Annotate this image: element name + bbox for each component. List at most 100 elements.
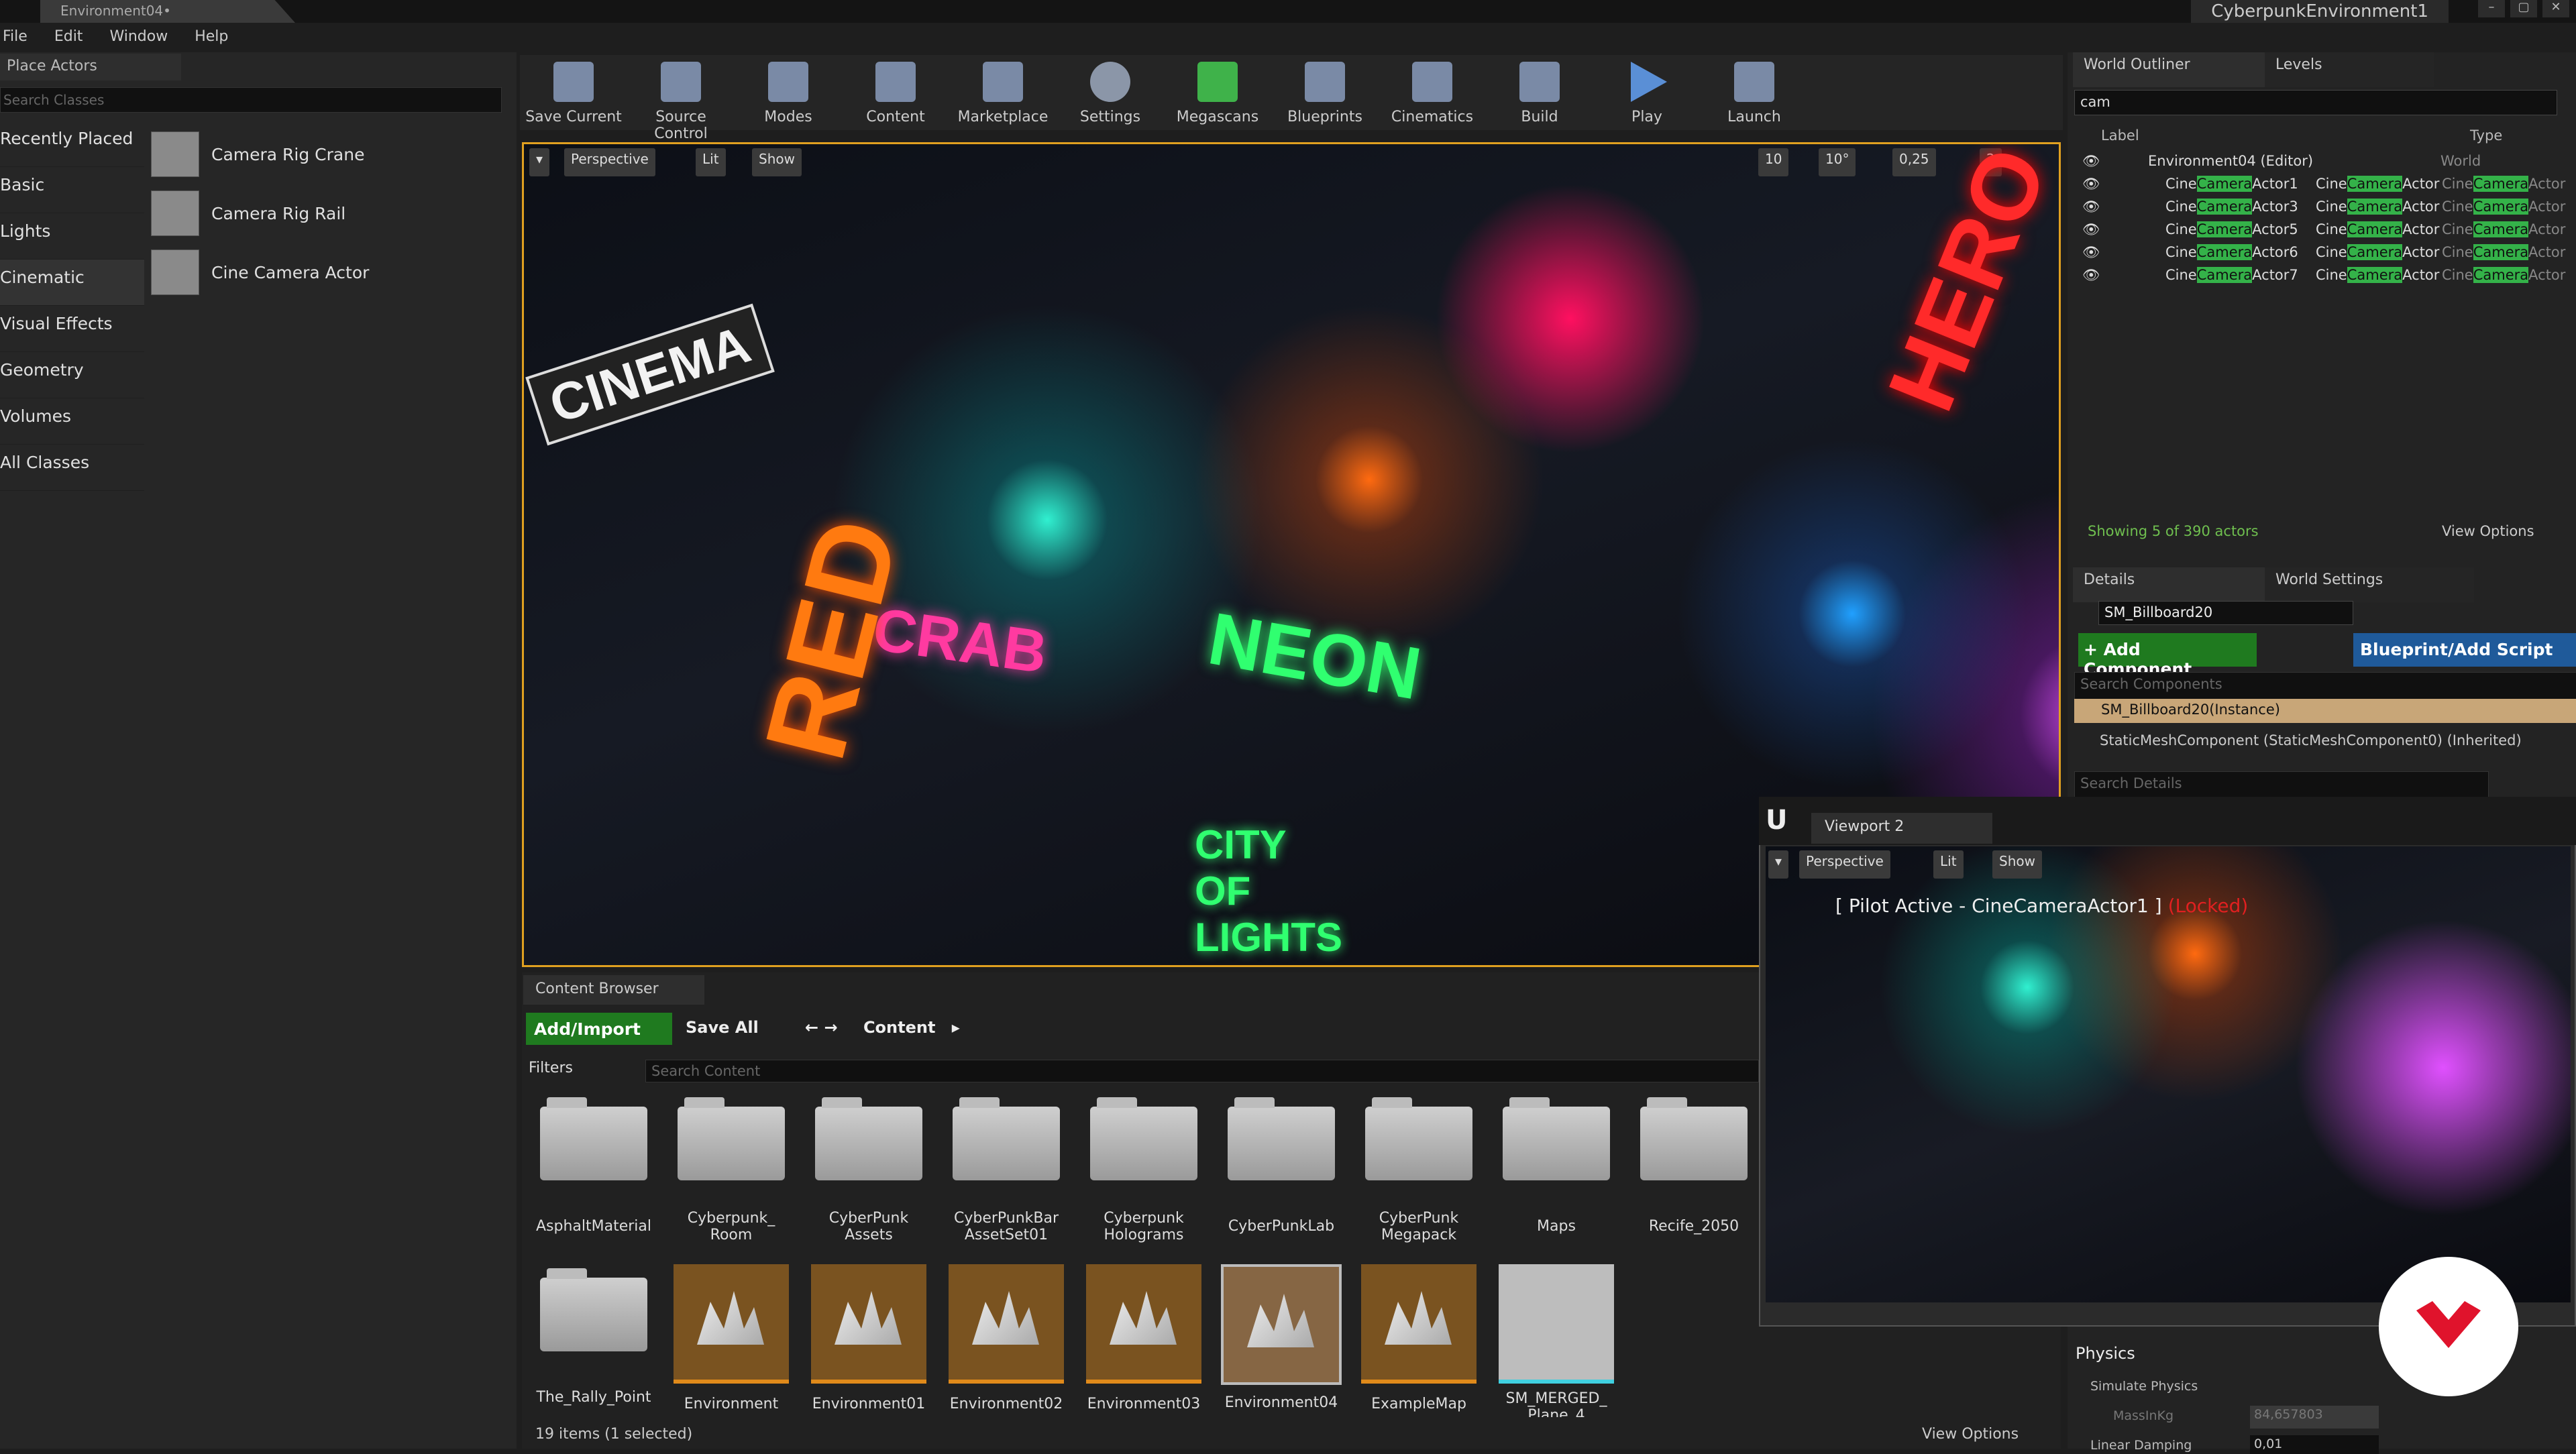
viewport-options-button[interactable]: ▾ [529, 148, 550, 176]
asset-item-selected[interactable]: Environment04 [1218, 1264, 1345, 1411]
tab-place-actors[interactable]: Place Actors [0, 54, 181, 80]
table-row[interactable]: 👁 CineCameraActor6 CineCameraActor CineC… [2074, 244, 2576, 267]
chevron-right-icon[interactable]: ▸ [952, 1018, 960, 1037]
eye-icon[interactable]: 👁 [2082, 199, 2100, 215]
rotation-snap-value[interactable]: 10° [1819, 148, 1856, 176]
linear-damping-field[interactable]: 0,01 [2250, 1435, 2379, 1454]
folder-item[interactable]: CyberPunk Assets [805, 1093, 932, 1243]
show-button[interactable]: Show [1992, 850, 2042, 879]
grid-snap-value[interactable]: 10 [1758, 148, 1789, 176]
outliner-label: CineCameraActor7 [2165, 267, 2298, 283]
outliner-type-dim: CineCameraActor [2442, 221, 2566, 237]
list-item[interactable]: Camera Rig Crane [151, 125, 500, 184]
eye-icon[interactable]: 👁 [2082, 153, 2100, 170]
component-instance-row[interactable]: SM_Billboard20(Instance) [2074, 699, 2576, 723]
menu-file[interactable]: File [3, 28, 28, 52]
asset-label: Environment02 [949, 1396, 1063, 1412]
blueprint-add-script-button[interactable]: Blueprint/Add Script [2353, 633, 2576, 667]
folder-item[interactable]: Maps [1493, 1093, 1620, 1235]
category-basic[interactable]: Basic [0, 167, 144, 213]
asset-item[interactable]: Environment [667, 1264, 795, 1412]
folder-icon [1640, 1097, 1748, 1180]
category-all-classes[interactable]: All Classes [0, 445, 144, 491]
map-asset-icon [1361, 1264, 1477, 1384]
tab-world-outliner[interactable]: World Outliner [2073, 52, 2282, 87]
toolbar-label: Blueprints [1287, 109, 1362, 125]
perspective-button[interactable]: Perspective [564, 148, 655, 176]
table-row[interactable]: 👁 CineCameraActor3 CineCameraActor CineC… [2074, 199, 2576, 221]
column-label[interactable]: Label [2101, 127, 2139, 144]
category-volumes[interactable]: Volumes [0, 398, 144, 445]
table-row[interactable]: 👁 CineCameraActor7 CineCameraActor CineC… [2074, 267, 2576, 290]
document-tab[interactable]: Environment04• [40, 0, 295, 23]
add-import-button[interactable]: Add/Import [526, 1013, 672, 1045]
table-row[interactable]: 👁 CineCameraActor1 CineCameraActor CineC… [2074, 176, 2576, 199]
menu-window[interactable]: Window [109, 28, 168, 52]
outliner-search-input[interactable]: cam [2074, 90, 2557, 115]
actor-name-field[interactable]: SM_Billboard20 [2098, 601, 2353, 625]
maximize-button[interactable]: ▢ [2510, 0, 2537, 17]
asset-item[interactable]: Environment03 [1080, 1264, 1208, 1412]
tab-content-browser[interactable]: Content Browser [523, 975, 704, 1005]
mass-field[interactable]: 84,657803 [2250, 1406, 2379, 1429]
folder-item[interactable]: AsphaltMaterial [530, 1093, 657, 1235]
physics-section-header[interactable]: Physics [2076, 1344, 2135, 1363]
content-view-options[interactable]: View Options [1922, 1426, 2019, 1443]
asset-item[interactable]: Environment01 [805, 1264, 932, 1412]
static-mesh-component-row[interactable]: StaticMeshComponent (StaticMeshComponent… [2100, 732, 2576, 748]
breadcrumb[interactable]: ← → Content ▸ [805, 1018, 960, 1037]
folder-item[interactable]: Cyberpunk Holograms [1080, 1093, 1208, 1243]
close-button[interactable]: ✕ [2542, 0, 2569, 17]
category-geometry[interactable]: Geometry [0, 352, 144, 398]
filters-button[interactable]: Filters [529, 1060, 573, 1076]
folder-item[interactable]: CyberPunkBar AssetSet01 [943, 1093, 1070, 1243]
search-classes-input[interactable]: Search Classes [0, 87, 502, 113]
save-all-button[interactable]: Save All [686, 1018, 759, 1037]
eye-icon[interactable]: 👁 [2082, 267, 2100, 284]
build-icon [1519, 62, 1560, 102]
modes-icon [768, 62, 808, 102]
minimize-button[interactable]: – [2478, 0, 2505, 17]
list-item[interactable]: Camera Rig Rail [151, 184, 500, 243]
tab-levels[interactable]: Levels [2265, 52, 2434, 87]
category-visual-effects[interactable]: Visual Effects [0, 306, 144, 352]
perspective-button[interactable]: Perspective [1799, 850, 1890, 879]
scale-snap-value[interactable]: 0,25 [1892, 148, 1936, 176]
outliner-type: CineCameraActor [2316, 221, 2440, 237]
viewport-options-button[interactable]: ▾ [1768, 850, 1789, 879]
asset-label: Environment [684, 1396, 779, 1412]
tab-viewport-2[interactable]: Viewport 2 [1811, 813, 1992, 844]
table-row[interactable]: 👁 CineCameraActor5 CineCameraActor CineC… [2074, 221, 2576, 244]
tab-world-settings[interactable]: World Settings [2265, 567, 2474, 602]
lit-button[interactable]: Lit [1933, 850, 1964, 879]
table-row[interactable]: 👁 Environment04 (Editor) World [2074, 153, 2576, 176]
category-cinematic[interactable]: Cinematic [0, 260, 144, 306]
add-component-button[interactable]: + Add Component [2078, 633, 2257, 679]
folder-item[interactable]: CyberPunkLab [1218, 1093, 1345, 1235]
outliner-view-options[interactable]: View Options [2442, 523, 2534, 539]
category-recently-placed[interactable]: Recently Placed [0, 121, 144, 167]
back-icon[interactable]: ← → [805, 1018, 838, 1037]
folder-item[interactable]: Recife_2050 [1630, 1093, 1758, 1235]
unreal-logo-icon: U [1766, 805, 1788, 836]
asset-item[interactable]: ExampleMap [1355, 1264, 1483, 1412]
menu-edit[interactable]: Edit [54, 28, 83, 52]
eye-icon[interactable]: 👁 [2082, 244, 2100, 261]
search-content-input[interactable]: Search Content [645, 1060, 1759, 1082]
show-button[interactable]: Show [752, 148, 802, 176]
folder-icon [540, 1097, 647, 1180]
category-lights[interactable]: Lights [0, 213, 144, 260]
eye-icon[interactable]: 👁 [2082, 176, 2100, 192]
list-item[interactable]: Cine Camera Actor [151, 243, 500, 302]
folder-item[interactable]: CyberPunk Megapack [1355, 1093, 1483, 1243]
folder-item[interactable]: Cyberpunk_ Room [667, 1093, 795, 1243]
asset-item[interactable]: SM_MERGED_ Plane_4 [1493, 1264, 1620, 1417]
menu-help[interactable]: Help [195, 28, 228, 52]
lit-button[interactable]: Lit [696, 148, 726, 176]
breadcrumb-content[interactable]: Content [863, 1018, 936, 1037]
column-type[interactable]: Type [2470, 127, 2502, 144]
tab-details[interactable]: Details [2073, 567, 2282, 602]
asset-item[interactable]: Environment02 [943, 1264, 1070, 1412]
folder-item[interactable]: The_Rally_Point [530, 1264, 657, 1406]
eye-icon[interactable]: 👁 [2082, 221, 2100, 238]
